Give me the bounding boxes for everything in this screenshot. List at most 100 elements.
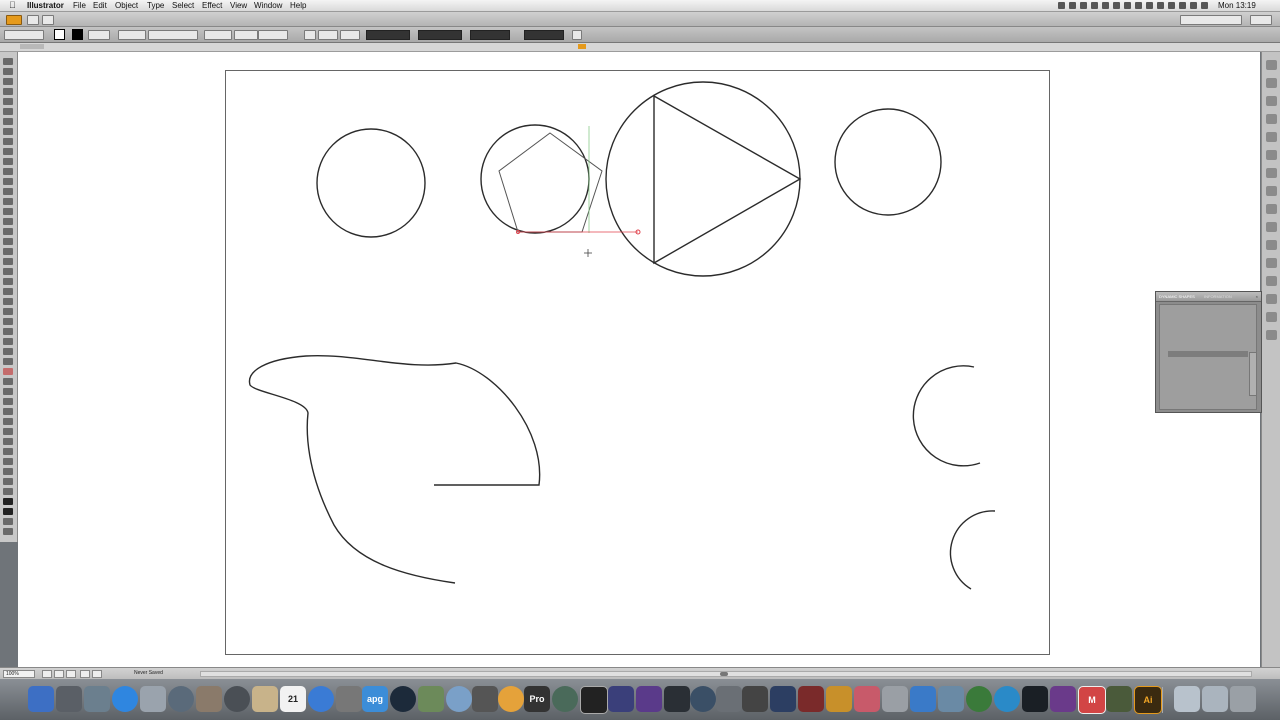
app8-icon[interactable] xyxy=(854,686,880,712)
status-icon[interactable] xyxy=(1168,2,1175,9)
pathfinder-panel-icon[interactable] xyxy=(1266,294,1277,304)
triangle-shape[interactable] xyxy=(653,94,802,265)
finder-icon[interactable] xyxy=(28,686,54,712)
utility-icon[interactable] xyxy=(336,686,362,712)
transparency-panel-icon[interactable] xyxy=(1266,186,1277,196)
document-status[interactable]: Never Saved xyxy=(134,668,163,679)
circle-shape-2[interactable] xyxy=(480,124,590,234)
bridge-icon[interactable] xyxy=(608,686,634,712)
app16-icon[interactable] xyxy=(1106,686,1132,712)
arrange-documents-button[interactable] xyxy=(42,15,54,25)
y-field[interactable] xyxy=(418,30,462,40)
scale-tool-icon[interactable] xyxy=(3,188,13,195)
stroke-weight-field[interactable] xyxy=(118,30,146,40)
layers-panel-icon[interactable] xyxy=(1266,240,1277,250)
pencil-tool-icon[interactable] xyxy=(3,148,13,155)
appearance-panel-icon[interactable] xyxy=(1266,204,1277,214)
eyedropper-tool-icon[interactable] xyxy=(3,258,13,265)
zoom-tool-icon[interactable] xyxy=(3,328,13,335)
app5-icon[interactable] xyxy=(770,686,796,712)
iphoto-icon[interactable] xyxy=(418,686,444,712)
menu-select[interactable]: Select xyxy=(172,0,194,11)
stroke-profile-select[interactable] xyxy=(148,30,198,40)
document-tab-active[interactable] xyxy=(578,44,586,49)
eraser-tool-icon[interactable] xyxy=(3,168,13,175)
live-pentagon-preview[interactable] xyxy=(498,126,641,235)
color-guide-panel-icon[interactable] xyxy=(1266,78,1277,88)
quicktime-icon[interactable] xyxy=(390,686,416,712)
tool-icon[interactable] xyxy=(3,408,13,415)
selection-tool-icon[interactable] xyxy=(3,58,13,65)
tool-icon[interactable] xyxy=(3,458,13,465)
rectangle-tool-icon[interactable] xyxy=(3,128,13,135)
calendar-icon[interactable]: 21 xyxy=(280,686,306,712)
workspace-switcher[interactable] xyxy=(1180,15,1242,25)
wifi-icon[interactable] xyxy=(1201,2,1208,9)
status-icon[interactable] xyxy=(1179,2,1186,9)
symbols-panel-icon[interactable] xyxy=(1266,132,1277,142)
artboard-tool-icon[interactable] xyxy=(3,298,13,305)
pen-tool-icon[interactable] xyxy=(3,98,13,105)
bridge-button[interactable] xyxy=(27,15,39,25)
lasso-tool-icon[interactable] xyxy=(3,88,13,95)
pasteboard[interactable] xyxy=(18,52,1260,667)
tool-icon[interactable] xyxy=(3,388,13,395)
app2-icon[interactable] xyxy=(664,686,690,712)
circle-shape-1[interactable] xyxy=(316,128,426,238)
color-panel-icon[interactable] xyxy=(1266,60,1277,70)
swatches-panel-icon[interactable] xyxy=(1266,96,1277,106)
horizontal-scrollbar[interactable] xyxy=(200,671,1252,677)
app4-icon[interactable] xyxy=(742,686,768,712)
paintbrush-tool-icon[interactable] xyxy=(3,138,13,145)
folder2-icon[interactable] xyxy=(1174,686,1200,712)
gradient-tool-icon[interactable] xyxy=(3,248,13,255)
shape-builder-tool-icon[interactable] xyxy=(3,218,13,225)
perspective-grid-tool-icon[interactable] xyxy=(3,228,13,235)
panel-close-icon[interactable]: × xyxy=(1256,292,1258,301)
app7-icon[interactable] xyxy=(826,686,852,712)
status-icon[interactable] xyxy=(1069,2,1076,9)
artboard-number-field[interactable] xyxy=(66,670,76,678)
rotate-tool-icon[interactable] xyxy=(3,178,13,185)
app3-icon[interactable] xyxy=(716,686,742,712)
menu-effect[interactable]: Effect xyxy=(202,0,222,11)
menu-window[interactable]: Window xyxy=(254,0,282,11)
scrollbar-thumb[interactable] xyxy=(720,672,728,676)
menu-file[interactable]: File xyxy=(73,0,86,11)
app10-icon[interactable] xyxy=(910,686,936,712)
status-icon[interactable] xyxy=(1146,2,1153,9)
blend-tool-icon[interactable] xyxy=(3,268,13,275)
tool-icon[interactable] xyxy=(3,348,13,355)
aperture-icon[interactable] xyxy=(580,686,608,714)
tool-icon[interactable] xyxy=(3,488,13,495)
status-icon[interactable] xyxy=(1157,2,1164,9)
gradient-panel-icon[interactable] xyxy=(1266,168,1277,178)
safari-icon[interactable] xyxy=(446,686,472,712)
itunes-icon[interactable] xyxy=(308,686,334,712)
drawing-mode-icon[interactable] xyxy=(3,518,13,525)
circle-shape-4[interactable] xyxy=(834,108,942,216)
fill-swatch[interactable] xyxy=(54,29,65,40)
slice-tool-icon[interactable] xyxy=(3,308,13,315)
search-help-field[interactable] xyxy=(1250,15,1272,25)
downloads-icon[interactable] xyxy=(1202,686,1228,712)
menu-view[interactable]: View xyxy=(230,0,247,11)
arc-shape-2[interactable] xyxy=(949,510,996,590)
mesh-tool-icon[interactable] xyxy=(3,238,13,245)
status-icon[interactable] xyxy=(1091,2,1098,9)
trash-icon[interactable] xyxy=(1230,686,1256,712)
tool-icon[interactable] xyxy=(3,468,13,475)
tool-icon[interactable] xyxy=(3,478,13,485)
last-artboard-button[interactable] xyxy=(92,670,102,678)
m-icon[interactable]: M xyxy=(1078,686,1106,714)
previous-artboard-button[interactable] xyxy=(54,670,64,678)
height-field[interactable] xyxy=(524,30,564,40)
symbol-sprayer-tool-icon[interactable] xyxy=(3,278,13,285)
document-tab[interactable] xyxy=(20,44,44,49)
tool-icon[interactable] xyxy=(3,338,13,345)
app9-icon[interactable] xyxy=(882,686,908,712)
tool-icon[interactable] xyxy=(3,418,13,425)
tool-icon[interactable] xyxy=(3,398,13,405)
photos-icon[interactable] xyxy=(196,686,222,712)
status-icon[interactable] xyxy=(1124,2,1131,9)
